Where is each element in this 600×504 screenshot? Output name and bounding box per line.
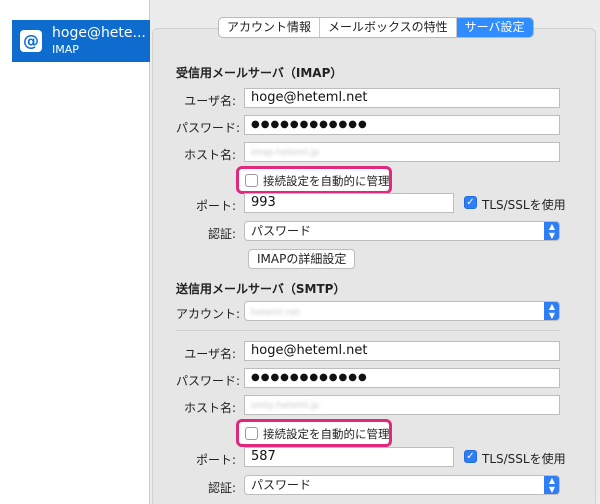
outgoing-host-value: smtp.heteml.jp <box>251 401 320 411</box>
outgoing-auto-manage-label: 接続設定を自動的に管理 <box>263 427 390 441</box>
incoming-port-field[interactable]: 993 <box>244 193 454 213</box>
outgoing-host-field[interactable]: smtp.heteml.jp <box>244 395 560 415</box>
outgoing-tls-label: TLS/SSLを使用 <box>482 452 566 466</box>
chevron-up-down-icon: ▲ ▼ <box>544 302 559 320</box>
outgoing-auto-manage-checkbox[interactable] <box>245 427 258 440</box>
chevron-up-down-icon: ▲ ▼ <box>544 222 559 240</box>
incoming-auth-value: パスワード <box>251 224 312 238</box>
outgoing-auth-label: 認証: <box>207 481 236 495</box>
outgoing-section-title: 送信用メールサーバ（SMTP） <box>176 282 346 296</box>
outgoing-port-label: ポート: <box>195 453 236 467</box>
outgoing-tls-checkbox[interactable]: ✓ <box>464 450 477 463</box>
outgoing-account-value: heteml.net <box>251 308 301 318</box>
incoming-auth-select[interactable]: パスワード ▲ ▼ <box>244 221 560 241</box>
tab-server-settings[interactable]: サーバ設定 <box>456 18 533 37</box>
incoming-section-title: 受信用メールサーバ（IMAP） <box>176 66 343 80</box>
settings-tabs: アカウント情報 メールボックスの特性 サーバ設定 <box>218 17 534 38</box>
sidebar-item-account[interactable]: @ hoge@hete... IMAP <box>12 20 150 62</box>
account-name: hoge@hete... <box>52 25 146 41</box>
outgoing-auth-value: パスワード <box>251 478 312 492</box>
outgoing-password-field[interactable]: ●●●●●●●●●●●● <box>244 368 560 388</box>
incoming-auto-manage-checkbox[interactable] <box>245 174 258 187</box>
outgoing-username-label: ユーザ名: <box>184 347 236 361</box>
at-sign-icon: @ <box>20 30 42 52</box>
incoming-username-label: ユーザ名: <box>184 94 236 108</box>
incoming-password-field[interactable]: ●●●●●●●●●●●● <box>244 115 560 135</box>
outgoing-host-label: ホスト名: <box>183 401 236 415</box>
account-type: IMAP <box>52 43 79 56</box>
outgoing-account-label: アカウント: <box>176 307 241 321</box>
section-divider <box>176 330 560 331</box>
outgoing-account-select[interactable]: heteml.net ▲ ▼ <box>244 301 560 321</box>
incoming-tls-label: TLS/SSLを使用 <box>482 198 566 212</box>
tab-account-info[interactable]: アカウント情報 <box>219 18 321 37</box>
incoming-auto-manage-label: 接続設定を自動的に管理 <box>263 174 390 188</box>
incoming-tls-checkbox[interactable]: ✓ <box>464 196 477 209</box>
incoming-port-label: ポート: <box>195 199 236 213</box>
incoming-username-field[interactable]: hoge@heteml.net <box>244 88 560 108</box>
incoming-host-field[interactable]: imap.heteml.jp <box>244 142 560 162</box>
tab-mailbox-behaviors[interactable]: メールボックスの特性 <box>320 18 457 37</box>
account-sidebar: @ hoge@hete... IMAP <box>0 0 150 504</box>
incoming-password-label: パスワード: <box>176 121 241 135</box>
outgoing-port-field[interactable]: 587 <box>244 447 454 467</box>
chevron-up-down-icon: ▲ ▼ <box>544 476 559 494</box>
outgoing-auth-select[interactable]: パスワード ▲ ▼ <box>244 475 560 495</box>
incoming-host-value: imap.heteml.jp <box>251 148 320 158</box>
outgoing-username-field[interactable]: hoge@heteml.net <box>244 341 560 361</box>
incoming-auth-label: 認証: <box>207 227 236 241</box>
incoming-host-label: ホスト名: <box>183 148 236 162</box>
imap-advanced-button[interactable]: IMAPの詳細設定 <box>248 249 356 269</box>
outgoing-password-label: パスワード: <box>176 374 241 388</box>
